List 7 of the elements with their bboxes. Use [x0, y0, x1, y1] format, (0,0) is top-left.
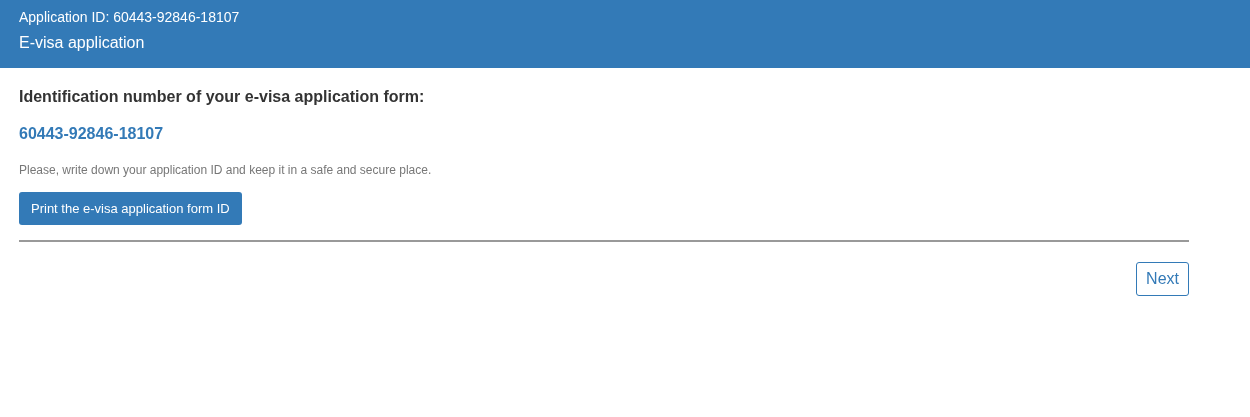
application-id: Application ID: 60443-92846-18107 [19, 9, 241, 25]
page-title: E-visa application [19, 34, 146, 52]
instruction-text: Please, write down your application ID and keep it in a safe and secure place. [19, 163, 433, 177]
next-button[interactable]: Next [1136, 262, 1189, 296]
section-heading: Identification number of your e-visa application form: [19, 88, 426, 106]
print-button[interactable]: Print the e-visa application form ID [19, 192, 242, 225]
application-number: 60443-92846-18107 [19, 125, 165, 143]
